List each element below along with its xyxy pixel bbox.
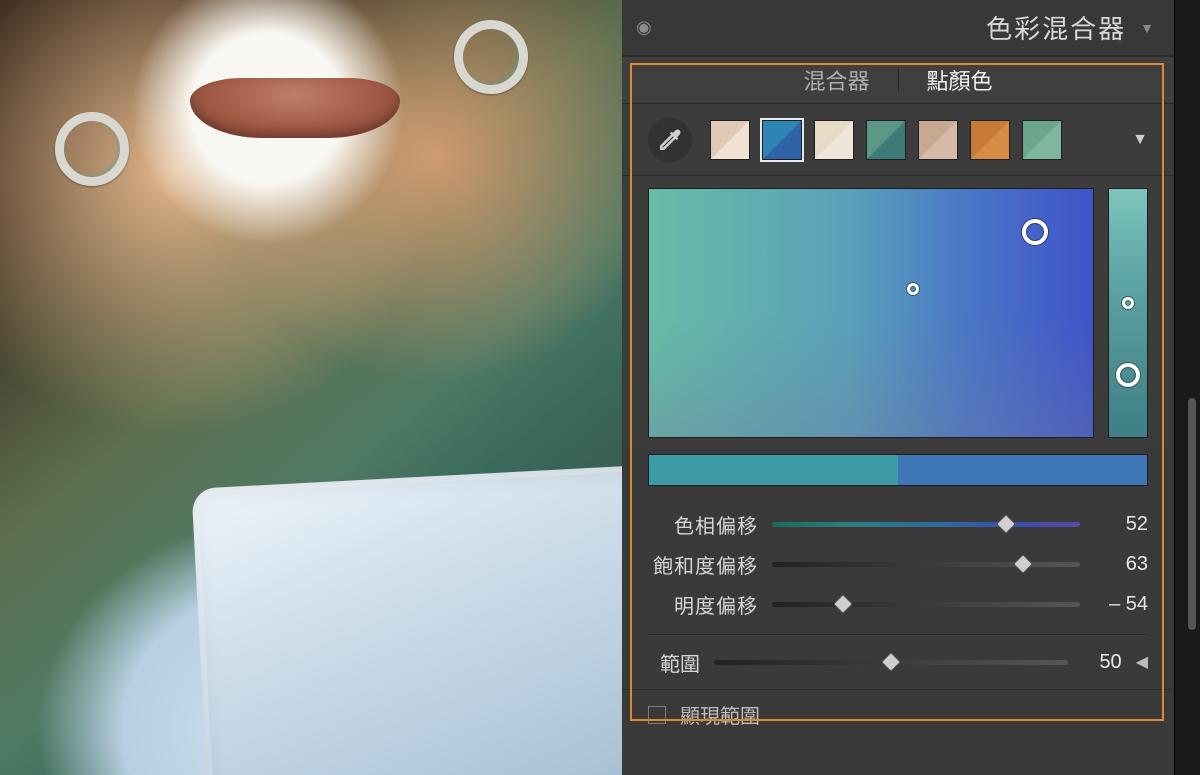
subtabs: 混合器 點顏色 [622, 56, 1174, 104]
tab-point-color[interactable]: 點顏色 [927, 64, 993, 96]
app-root: ◉ 色彩混合器 ▼ 混合器 點顏色 ▼ [0, 0, 1200, 775]
range-value[interactable]: 50 [1082, 651, 1122, 674]
tab-divider [898, 68, 899, 92]
right-column: ◉ 色彩混合器 ▼ 混合器 點顏色 ▼ [622, 0, 1200, 775]
color-mixer-panel: ◉ 色彩混合器 ▼ 混合器 點顏色 ▼ [622, 0, 1174, 775]
slider-row-saturation: 飽和度偏移 63 [648, 544, 1148, 584]
hue-strip[interactable] [1108, 188, 1148, 438]
tab-mixer[interactable]: 混合器 [803, 64, 869, 96]
scrollbar-gutter [1174, 0, 1200, 775]
show-range-label: 顯現範圍 [680, 700, 760, 729]
slider-label-luminance: 明度偏移 [648, 590, 758, 619]
slider-label-saturation: 飽和度偏移 [648, 550, 758, 579]
slider-track-saturation[interactable] [772, 562, 1080, 567]
color-field-wrap [622, 176, 1174, 448]
panel-title: 色彩混合器 [986, 9, 1126, 46]
slider-track-hue[interactable] [772, 522, 1080, 527]
slider-thumb-luminance[interactable] [833, 594, 853, 614]
slider-label-hue: 色相偏移 [648, 510, 758, 539]
range-label: 範圍 [648, 648, 700, 677]
before-color [649, 455, 898, 485]
slider-track-luminance[interactable] [772, 602, 1080, 607]
swatch-row: ▼ [622, 104, 1174, 176]
swatch-1[interactable] [762, 120, 802, 160]
range-row: 範圍 50 ◀ [622, 645, 1174, 689]
slider-thumb-saturation[interactable] [1013, 554, 1033, 574]
swatch-5[interactable] [970, 120, 1010, 160]
preview-decor [190, 78, 400, 138]
swatch-2[interactable] [814, 120, 854, 160]
range-expand-icon[interactable]: ◀ [1136, 652, 1148, 672]
hue-strip-source-ring[interactable] [1122, 297, 1134, 309]
show-range-row: 顯現範圍 [622, 689, 1174, 747]
panel-header[interactable]: ◉ 色彩混合器 ▼ [622, 0, 1174, 56]
divider [648, 634, 1148, 635]
sliders: 色相偏移 52 飽和度偏移 63 明度偏移 – 54 [622, 500, 1174, 624]
scrollbar-thumb[interactable] [1188, 398, 1196, 630]
show-range-checkbox[interactable] [648, 706, 666, 724]
color-field[interactable] [648, 188, 1094, 438]
hue-strip-target-ring[interactable] [1116, 363, 1140, 387]
range-track[interactable] [714, 660, 1068, 665]
slider-row-luminance: 明度偏移 – 54 [648, 584, 1148, 624]
preview-decor [449, 15, 533, 99]
swatch-menu-icon[interactable]: ▼ [1132, 131, 1148, 149]
preview-decor [55, 112, 129, 186]
preview-decor [191, 462, 622, 775]
range-thumb[interactable] [881, 652, 901, 672]
swatch-0[interactable] [710, 120, 750, 160]
swatch-6[interactable] [1022, 120, 1062, 160]
slider-value-saturation[interactable]: 63 [1094, 553, 1148, 576]
panel-collapse-icon[interactable]: ▼ [1140, 20, 1156, 36]
slider-thumb-hue[interactable] [996, 514, 1016, 534]
swatch-3[interactable] [866, 120, 906, 160]
after-color [898, 455, 1147, 485]
eye-icon[interactable]: ◉ [636, 17, 654, 38]
slider-value-luminance[interactable]: – 54 [1094, 593, 1148, 616]
before-after-bar [648, 454, 1148, 486]
color-field-target-ring[interactable] [1022, 219, 1048, 245]
swatch-4[interactable] [918, 120, 958, 160]
slider-row-hue: 色相偏移 52 [648, 504, 1148, 544]
color-field-source-ring[interactable] [907, 283, 919, 295]
slider-value-hue[interactable]: 52 [1094, 513, 1148, 536]
eyedropper-button[interactable] [648, 118, 692, 162]
eyedropper-icon [655, 125, 685, 155]
photo-preview[interactable] [0, 0, 622, 775]
